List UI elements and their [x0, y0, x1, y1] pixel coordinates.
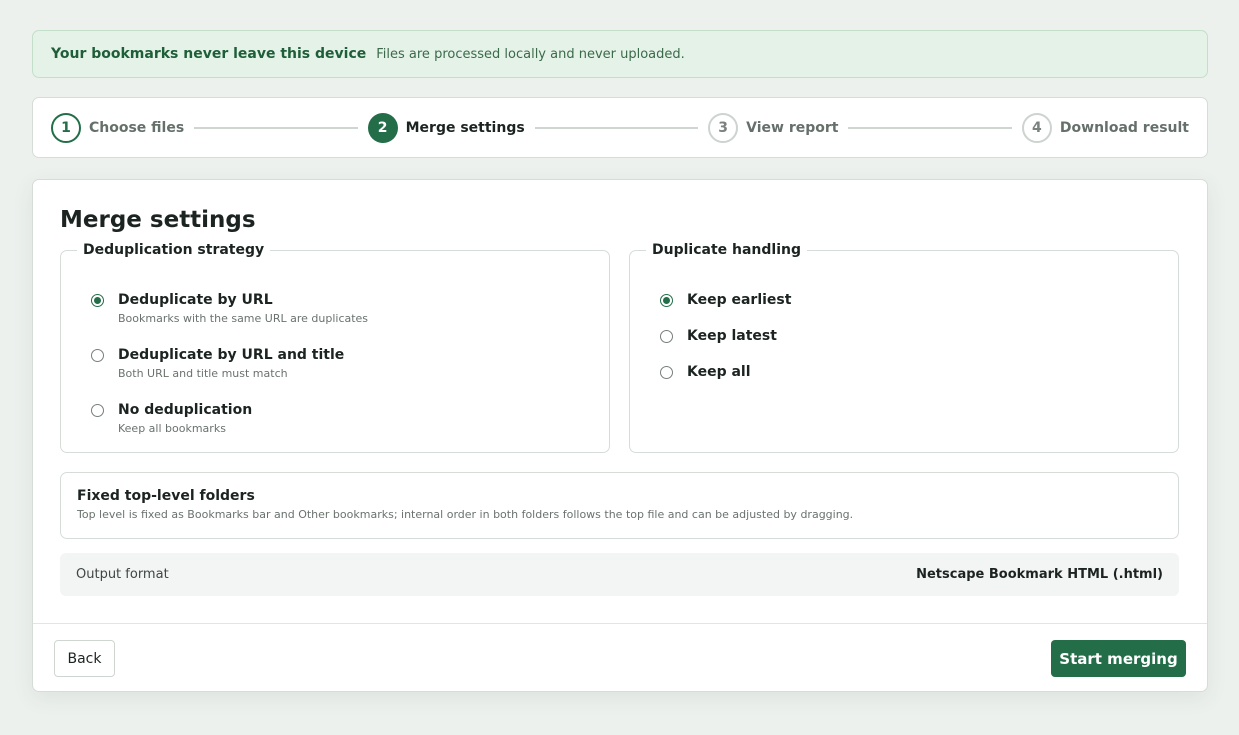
handling-option-latest[interactable]: Keep latest [660, 327, 777, 346]
radio-button[interactable] [660, 294, 673, 307]
banner-text: Files are processed locally and never up… [376, 46, 685, 62]
settings-card: Merge settings Deduplication strategy De… [32, 179, 1208, 692]
fixed-folders-notice: Fixed top-level folders Top level is fix… [60, 472, 1179, 539]
dedup-option-url-title[interactable]: Deduplicate by URL and title Both URL an… [91, 346, 344, 380]
step-download-result: 4 Download result [1021, 112, 1189, 143]
step-connector [534, 126, 699, 129]
step-number: 1 [51, 112, 81, 143]
option-label: No deduplication [118, 402, 253, 418]
option-label: Deduplicate by URL and title [118, 347, 345, 363]
dedup-strategy-group: Deduplication strategy Deduplicate by UR… [60, 242, 610, 453]
step-label: View report [746, 119, 839, 136]
radio-button[interactable] [660, 366, 673, 379]
step-label: Merge settings [405, 119, 525, 136]
option-description: Keep all bookmarks [118, 422, 226, 435]
handling-option-earliest[interactable]: Keep earliest [660, 291, 791, 310]
fixed-folders-description: Top level is fixed as Bookmarks bar and … [77, 508, 854, 521]
dedup-strategy-legend: Deduplication strategy [83, 242, 265, 258]
start-merging-button[interactable]: Start merging [1051, 640, 1186, 677]
duplicate-handling-legend: Duplicate handling [652, 242, 802, 258]
option-description: Bookmarks with the same URL are duplicat… [118, 312, 369, 325]
step-number: 2 [367, 112, 398, 143]
step-connector [848, 126, 1012, 129]
radio-button[interactable] [660, 330, 673, 343]
step-view-report: 3 View report [708, 112, 839, 143]
page-title: Merge settings [60, 207, 256, 233]
output-format-value: Netscape Bookmark HTML (.html) [916, 567, 1163, 582]
dedup-option-url[interactable]: Deduplicate by URL Bookmarks with the sa… [91, 291, 368, 325]
card-footer: Back Start merging [33, 623, 1207, 692]
option-label: Keep all [687, 364, 751, 380]
step-label: Download result [1059, 119, 1189, 136]
option-label: Keep latest [687, 328, 777, 344]
dedup-option-none[interactable]: No deduplication Keep all bookmarks [91, 401, 252, 435]
step-choose-files[interactable]: 1 Choose files [51, 112, 185, 143]
output-format-row: Output format Netscape Bookmark HTML (.h… [60, 553, 1179, 596]
duplicate-handling-group: Duplicate handling Keep earliest Keep la… [629, 242, 1179, 453]
step-merge-settings: 2 Merge settings [367, 112, 525, 143]
privacy-banner: Your bookmarks never leave this device F… [32, 30, 1208, 78]
radio-button[interactable] [91, 404, 104, 417]
option-label: Deduplicate by URL [118, 292, 273, 308]
step-connector [194, 126, 358, 129]
handling-option-all[interactable]: Keep all [660, 363, 751, 382]
fixed-folders-title: Fixed top-level folders [77, 488, 255, 504]
step-label: Choose files [89, 119, 185, 136]
back-button[interactable]: Back [54, 640, 115, 677]
option-description: Both URL and title must match [118, 367, 288, 380]
option-label: Keep earliest [687, 292, 792, 308]
radio-button[interactable] [91, 294, 104, 307]
progress-stepper: 1 Choose files 2 Merge settings 3 View r… [32, 97, 1208, 158]
step-number: 3 [708, 112, 739, 143]
radio-button[interactable] [91, 349, 104, 362]
banner-title: Your bookmarks never leave this device [51, 46, 367, 62]
output-format-label: Output format [76, 567, 169, 582]
step-number: 4 [1021, 112, 1052, 143]
